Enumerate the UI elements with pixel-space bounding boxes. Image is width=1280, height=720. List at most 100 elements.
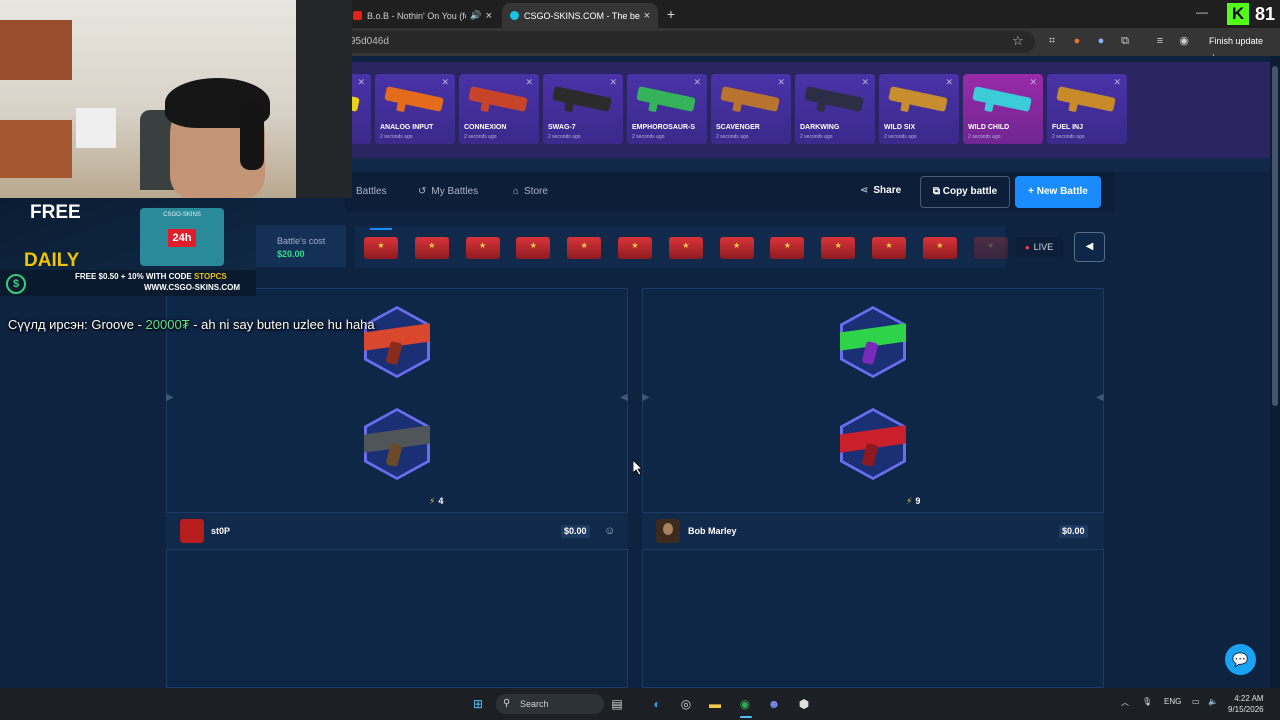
bookmark-star-icon[interactable]: ☆ bbox=[1012, 33, 1024, 49]
battle-case[interactable] bbox=[414, 237, 449, 259]
drop-name: WILD SIX bbox=[884, 124, 916, 131]
csgo-skins-icon bbox=[510, 11, 519, 20]
tab-csgo-skins[interactable]: CSGO-SKINS.COM - The best C × bbox=[502, 3, 658, 28]
live-drop-card[interactable]: EMPHOROSAUR-S 2 seconds ago ✕ bbox=[627, 74, 707, 144]
extension-icon[interactable]: ⌗ bbox=[1046, 35, 1058, 47]
battle-case[interactable] bbox=[567, 237, 602, 259]
close-icon[interactable]: ✕ bbox=[525, 77, 533, 88]
battle-case[interactable] bbox=[719, 237, 754, 259]
drop-time: 2 seconds ago bbox=[464, 134, 497, 140]
scrollbar-thumb[interactable] bbox=[1272, 66, 1278, 406]
live-drop-card[interactable]: FUEL INJ 2 seconds ago ✕ bbox=[1047, 74, 1127, 144]
language-indicator[interactable]: ENG bbox=[1164, 697, 1181, 706]
drop-time: 2 seconds ago bbox=[632, 134, 665, 140]
battle-case[interactable] bbox=[618, 237, 652, 259]
close-icon[interactable]: ✕ bbox=[609, 77, 617, 88]
chat-button[interactable]: 💬 bbox=[1225, 644, 1256, 675]
close-icon[interactable]: ✕ bbox=[777, 77, 785, 88]
share-button[interactable]: ⋖ Share bbox=[860, 185, 901, 196]
close-icon[interactable]: ✕ bbox=[441, 77, 449, 88]
dollar-icon: $ bbox=[6, 274, 26, 294]
weapon-skin-icon bbox=[636, 86, 696, 112]
app-icon[interactable]: ⬢ bbox=[794, 694, 814, 714]
new-tab-button[interactable]: + bbox=[662, 5, 680, 23]
speaker-icon[interactable]: 🔊 bbox=[470, 10, 481, 21]
windows-start-icon[interactable]: ⊞ bbox=[468, 694, 488, 714]
file-explorer-icon[interactable]: ▬ bbox=[705, 694, 725, 714]
drop-name: DARKWING bbox=[800, 124, 840, 131]
avatar[interactable] bbox=[180, 519, 204, 543]
microphone-icon[interactable]: 🎙 bbox=[1142, 697, 1152, 706]
taskbar-search[interactable]: ⚲ Search bbox=[496, 694, 604, 714]
close-icon[interactable]: ✕ bbox=[1029, 77, 1037, 88]
player-1-bar bbox=[166, 512, 628, 550]
copy-battle-button[interactable]: ⧉ Copy battle bbox=[920, 176, 1010, 208]
promo-code: STOPCS bbox=[193, 272, 227, 281]
promo-daily: DAILY bbox=[24, 250, 80, 271]
live-drop-card[interactable]: SWAG-7 2 seconds ago ✕ bbox=[543, 74, 623, 144]
close-icon[interactable]: ✕ bbox=[945, 77, 953, 88]
drop-time: 2 seconds ago bbox=[380, 134, 413, 140]
live-drop-card[interactable]: ANALOG INPUT 2 seconds ago ✕ bbox=[375, 74, 455, 144]
address-bar[interactable]: 95d046d bbox=[340, 31, 1035, 53]
weapon-skin-icon bbox=[888, 86, 948, 112]
minimize-icon[interactable]: — bbox=[1196, 5, 1208, 19]
drop-name: WILD CHILD bbox=[968, 124, 1010, 131]
nav-my-battles[interactable]: ↺ My Battles bbox=[418, 186, 478, 197]
drop-time: 2 seconds ago bbox=[968, 134, 1001, 140]
close-icon[interactable]: ✕ bbox=[357, 77, 365, 88]
taskbar-clock[interactable]: 4:22 AM 9/15/2026 bbox=[1228, 693, 1264, 715]
youtube-icon bbox=[353, 11, 362, 20]
close-tab-icon[interactable]: × bbox=[644, 10, 650, 22]
discord-icon[interactable]: ☻ bbox=[764, 694, 784, 714]
nav-battles[interactable]: Battles bbox=[356, 186, 387, 197]
live-drop-card[interactable]: CONNEXION 2 seconds ago ✕ bbox=[459, 74, 539, 144]
mouse-cursor-icon bbox=[633, 460, 643, 476]
live-drop-card[interactable]: SCAVENGER 2 seconds ago ✕ bbox=[711, 74, 791, 144]
battle-case[interactable] bbox=[516, 237, 551, 259]
network-icon[interactable]: ▭ bbox=[1192, 697, 1200, 706]
collapse-arrow-button[interactable]: ◀ bbox=[1074, 232, 1105, 262]
appliance bbox=[76, 108, 116, 148]
avatar[interactable] bbox=[656, 519, 680, 543]
drop-name: FUEL INJ bbox=[1052, 124, 1083, 131]
promo-code-line: FREE $0.50 + 10% WITH CODE STOPCS bbox=[75, 272, 227, 281]
finish-update-button[interactable]: Finish update ⋮ bbox=[1203, 33, 1280, 63]
brave-shield-icon[interactable]: ● bbox=[1071, 35, 1083, 47]
live-drop-card[interactable]: DARKWING 2 seconds ago ✕ bbox=[795, 74, 875, 144]
battle-case[interactable] bbox=[668, 237, 703, 259]
close-icon[interactable]: ✕ bbox=[693, 77, 701, 88]
profile-dot-icon[interactable]: ● bbox=[1095, 35, 1107, 47]
live-drop-card[interactable]: WILD SIX 2 seconds ago ✕ bbox=[879, 74, 959, 144]
battle-case[interactable] bbox=[973, 237, 1008, 259]
battle-case[interactable] bbox=[364, 237, 398, 259]
drop-name: SWAG-7 bbox=[548, 124, 576, 131]
avatar-icon[interactable]: ◉ bbox=[1178, 35, 1190, 47]
puzzle-icon[interactable]: ⧉ bbox=[1119, 35, 1131, 47]
battle-case[interactable] bbox=[922, 237, 957, 259]
drop-time: 2 seconds ago bbox=[716, 134, 749, 140]
volume-icon[interactable]: 🔈 bbox=[1208, 697, 1218, 706]
battle-case[interactable] bbox=[465, 237, 500, 259]
player-name[interactable]: Bob Marley bbox=[688, 526, 737, 536]
drops-divider bbox=[345, 158, 1270, 172]
reading-list-icon[interactable]: ≡ bbox=[1154, 35, 1166, 47]
tab-youtube[interactable]: B.o.B - Nothin' On You (feat. 🔊 × bbox=[345, 3, 500, 28]
battle-case[interactable] bbox=[770, 237, 805, 259]
live-drop-card[interactable]: WILD CHILD 2 seconds ago ✕ bbox=[963, 74, 1043, 144]
battle-case[interactable] bbox=[872, 237, 906, 259]
battle-case[interactable] bbox=[821, 237, 856, 259]
edge-icon[interactable]: ◐ bbox=[647, 694, 667, 714]
close-icon[interactable]: ✕ bbox=[861, 77, 869, 88]
emoji-icon[interactable]: ☺ bbox=[604, 525, 615, 537]
widgets-icon[interactable]: ▤ bbox=[607, 694, 627, 714]
steam-icon[interactable]: ◎ bbox=[676, 694, 696, 714]
close-icon[interactable]: ✕ bbox=[1113, 77, 1121, 88]
active-app-indicator bbox=[740, 716, 752, 718]
player-name[interactable]: st0P bbox=[211, 526, 230, 536]
tray-chevron-icon[interactable]: ︿ bbox=[1121, 697, 1129, 708]
chrome-icon[interactable]: ◉ bbox=[735, 694, 755, 714]
new-battle-button[interactable]: + New Battle bbox=[1015, 176, 1101, 208]
close-tab-icon[interactable]: × bbox=[486, 10, 492, 22]
nav-store[interactable]: ⌂ Store bbox=[513, 186, 548, 197]
